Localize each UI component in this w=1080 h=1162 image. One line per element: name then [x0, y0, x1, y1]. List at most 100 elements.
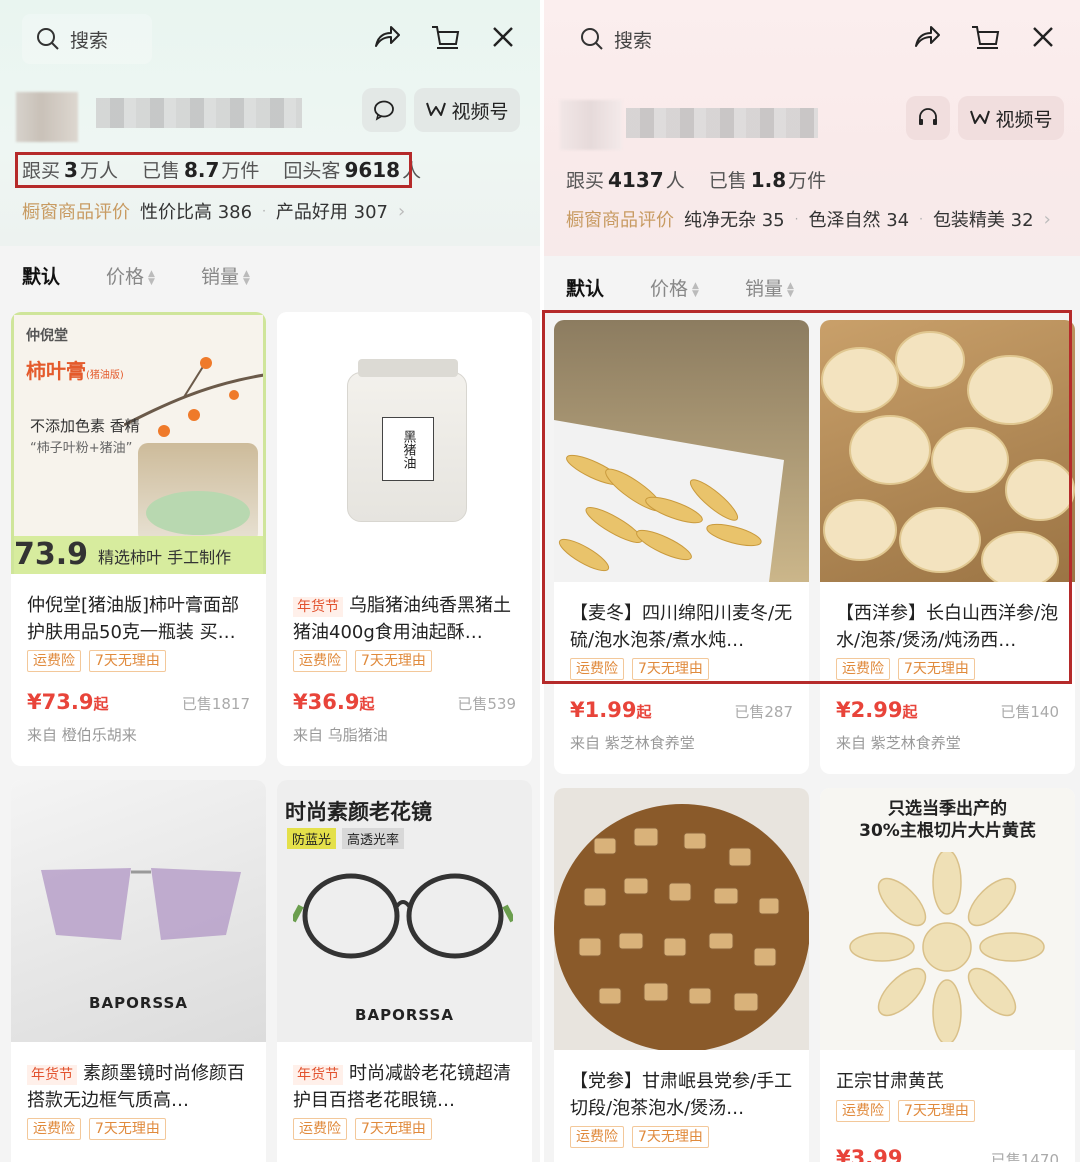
shop-avatar[interactable] [16, 92, 78, 142]
product-card[interactable]: 黑猪油 年货节 乌脂猪油纯香黑猪土猪油400g食用油起酥… 运费险 7天无理由 ¥… [277, 312, 532, 766]
product-price: ¥73.9起 [27, 690, 109, 714]
product-card[interactable]: 仲倪堂 柿叶膏(猪油版) 不添加色素 香精 “柿子叶粉+猪油” 73.9 精选柿… [11, 312, 266, 766]
stat-item: 已售 1.8 万件 [708, 168, 827, 192]
sort-arrows-icon: ▲ ▼ [692, 280, 699, 299]
review-label: 橱窗商品评价 [566, 210, 674, 231]
sort-price[interactable]: 价格 ▲ ▼ [650, 274, 699, 301]
product-card[interactable]: 【党参】甘肃岷县党参/手工切段/泡茶泡水/煲汤… 运费险 7天无理由 [554, 788, 809, 1162]
chat-button[interactable] [362, 88, 406, 132]
product-price: ¥1.99起 [570, 698, 652, 722]
service-tags: 运费险 7天无理由 [554, 1122, 809, 1148]
video-channel-icon [970, 110, 991, 124]
image-chips: 防蓝光 高透光率 [287, 828, 405, 849]
product-card[interactable]: 只选当季出产的 30%主根切片大片黄芪 正宗甘肃黄芪 运费险 7天无理由 ¥3.… [820, 788, 1075, 1162]
service-tag: 7天无理由 [355, 1118, 432, 1140]
product-image: 黑猪油 [277, 312, 532, 574]
service-tags: 运费险 7天无理由 [11, 1114, 266, 1140]
left-screenshot: 搜索 视频号 跟买 3 万人 已售 8.7 万件 回头客 9618 人 橱窗商品评价 [0, 0, 540, 1162]
close-icon[interactable] [488, 22, 518, 52]
share-icon[interactable] [912, 22, 942, 52]
image-brand: BAPORSSA [89, 994, 188, 1012]
product-title: 年货节 素颜墨镜时尚修颜百搭款无边框气质高… [27, 1063, 245, 1111]
product-image: 只选当季出产的 30%主根切片大片黄芪 [820, 788, 1075, 1050]
review-summary[interactable]: 橱窗商品评价 性价比高 386 · 产品好用 307 › [22, 198, 405, 224]
price-row: ¥2.99起 已售140 [820, 680, 1075, 722]
chevron-right-icon: › [397, 200, 406, 222]
sort-sales[interactable]: 销量 ▲ ▼ [201, 262, 250, 289]
stat-item: 跟买 4137 人 [566, 168, 685, 192]
service-tag: 7天无理由 [898, 1100, 975, 1122]
product-image: BAPORSSA [11, 780, 266, 1042]
product-card[interactable]: BAPORSSA 年货节 素颜墨镜时尚修颜百搭款无边框气质高… 运费险 7天无理由 [11, 780, 266, 1162]
product-card[interactable]: 时尚素颜老花镜 防蓝光 高透光率 BAPORSSA 年货节 时尚减龄老花镜超清护目… [277, 780, 532, 1162]
shop-stats: 跟买 4137 人 已售 1.8 万件 [566, 166, 826, 193]
sort-default[interactable]: 默认 [566, 274, 604, 301]
price-row: ¥3.99 已售1470 [820, 1122, 1075, 1162]
codonopsis-illustration [554, 804, 809, 1050]
share-icon[interactable] [372, 22, 402, 52]
review-summary[interactable]: 橱窗商品评价 纯净无杂 35 · 色泽自然 34 · 包装精美 32 › [566, 206, 1051, 232]
close-icon[interactable] [1028, 22, 1058, 52]
video-channel-label: 视频号 [451, 100, 509, 123]
review-tag: 纯净无杂 35 [684, 210, 785, 231]
shop-info: 视频号 [560, 96, 1070, 150]
sort-bar: 默认 价格 ▲ ▼ 销量 ▲ ▼ [22, 262, 250, 289]
sold-count: 已售539 [457, 695, 516, 713]
eyeglasses-illustration [293, 873, 513, 959]
product-price: ¥3.99 [836, 1146, 903, 1162]
sort-arrows-icon: ▲ ▼ [242, 268, 250, 287]
service-tag: 运费险 [836, 1100, 890, 1122]
product-title: 年货节 时尚减龄老花镜超清护目百搭老花眼镜… [293, 1063, 511, 1111]
sort-price[interactable]: 价格 ▲ ▼ [106, 262, 155, 289]
shop-avatar[interactable] [560, 100, 622, 150]
sold-count: 已售1470 [990, 1151, 1059, 1162]
sunglasses-illustration [41, 868, 241, 940]
price-row: ¥1.99起 已售287 [554, 680, 809, 722]
service-tags: 运费险 7天无理由 [277, 646, 532, 672]
product-source: 来自 橙伯乐胡来 [27, 726, 137, 744]
product-image [554, 788, 809, 1050]
product-jar [138, 443, 258, 543]
product-image: 仲倪堂 柿叶膏(猪油版) 不添加色素 香精 “柿子叶粉+猪油” 73.9 精选柿… [11, 312, 266, 574]
product-title: 仲倪堂[猪油版]柿叶膏面部护肤用品50克一瓶装 买… [27, 595, 240, 643]
highlight-box-stats [15, 152, 412, 188]
shop-name [96, 98, 302, 128]
astragalus-slices-illustration [849, 852, 1045, 1042]
search-label: 搜索 [614, 29, 653, 52]
product-title: 年货节 乌脂猪油纯香黑猪土猪油400g食用油起酥… [293, 595, 511, 643]
sold-count: 已售140 [1000, 703, 1059, 721]
sort-arrows-icon: ▲ ▼ [786, 280, 794, 299]
image-price-banner: 73.9 精选柿叶 手工制作 [14, 536, 263, 574]
sort-sales[interactable]: 销量 ▲ ▼ [745, 274, 794, 301]
image-brand: BAPORSSA [355, 1006, 454, 1024]
product-price: ¥2.99起 [836, 698, 918, 722]
product-source: 来自 紫芝林食养堂 [836, 734, 961, 752]
image-headline: 30%主根切片大片黄芪 [859, 821, 1036, 841]
product-price: ¥36.9起 [293, 690, 375, 714]
festival-tag: 年货节 [293, 597, 343, 617]
sold-count: 已售287 [734, 703, 793, 721]
cart-icon[interactable] [430, 22, 460, 52]
review-label: 橱窗商品评价 [22, 202, 130, 223]
product-title: 【党参】甘肃岷县党参/手工切段/泡茶泡水/煲汤… [570, 1071, 793, 1119]
search-bar[interactable]: 搜索 [566, 14, 696, 64]
customer-service-button[interactable] [906, 96, 950, 140]
sort-default[interactable]: 默认 [22, 262, 60, 289]
video-channel-button[interactable]: 视频号 [414, 88, 520, 132]
service-tags: 运费险 7天无理由 [277, 1114, 532, 1140]
sort-arrows-icon: ▲ ▼ [148, 268, 155, 287]
service-tag: 7天无理由 [632, 1126, 709, 1148]
service-tags: 运费险 7天无理由 [11, 646, 266, 672]
video-channel-icon [426, 102, 447, 116]
price-row: ¥36.9起 已售539 [277, 672, 532, 714]
top-actions [372, 22, 518, 52]
search-bar[interactable]: 搜索 [22, 14, 152, 64]
video-channel-button[interactable]: 视频号 [958, 96, 1064, 140]
service-tag: 7天无理由 [89, 650, 166, 672]
product-source: 来自 紫芝林食养堂 [570, 734, 695, 752]
service-tag: 运费险 [293, 650, 347, 672]
shop-name [626, 108, 818, 138]
image-brand: 仲倪堂 [26, 328, 68, 344]
cart-icon[interactable] [970, 22, 1000, 52]
product-source: 来自 乌脂猪油 [293, 726, 388, 744]
